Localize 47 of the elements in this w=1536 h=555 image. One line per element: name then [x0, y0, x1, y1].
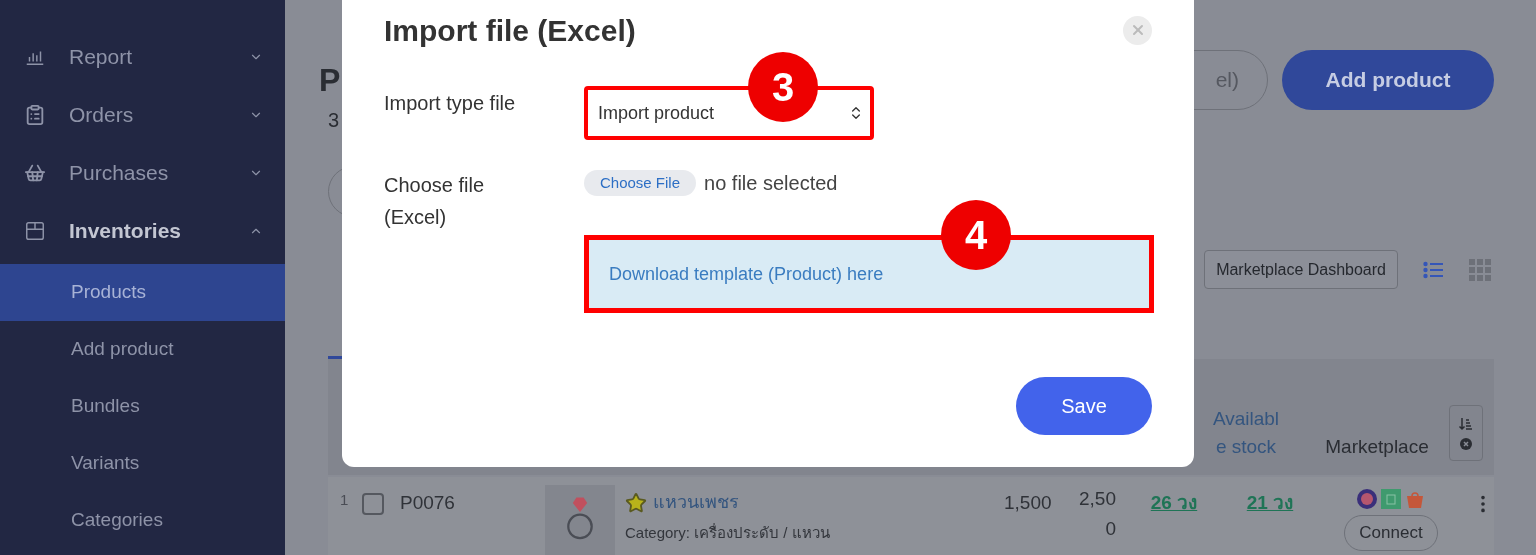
bag-icon [1405, 489, 1425, 509]
shop-logo-icon [1357, 489, 1377, 509]
page-title: P [319, 61, 341, 100]
sort-button[interactable] [1449, 405, 1483, 461]
sidebar-subitem[interactable]: Bundles [0, 378, 285, 435]
sidebar-subitem[interactable]: Variants [0, 435, 285, 492]
field-label: Choose file (Excel) [384, 173, 486, 230]
dialog-title: Import file (Excel) [384, 12, 636, 49]
clear-icon [1460, 438, 1472, 450]
step-marker: 3 [748, 52, 818, 122]
marketplace-dashboard-button[interactable]: Marketplace Dashboard [1204, 250, 1398, 290]
sidebar-item[interactable]: Purchases [0, 144, 285, 202]
sidebar-item[interactable]: Inventories [0, 202, 285, 260]
close-button[interactable] [1123, 15, 1152, 45]
sidebar-label: Report [69, 44, 133, 71]
table-cell-text: 2,500 [1078, 487, 1117, 541]
sidebar-label: Purchases [69, 160, 169, 187]
sidebar-label: Inventories [69, 218, 182, 245]
sidebar-label: Orders [69, 102, 134, 129]
shopping-bag-icon [1381, 489, 1401, 509]
clipboard-icon [24, 104, 46, 126]
row-number: 1 [340, 490, 350, 510]
sidebar-item[interactable]: Orders [0, 86, 285, 144]
sidebar-subitem[interactable]: Categories [0, 492, 285, 549]
add-product-button[interactable]: Add product [1282, 50, 1494, 110]
sidebar-subitem[interactable]: Products [0, 264, 285, 321]
star-icon[interactable] [625, 491, 647, 514]
select-value: Import product [598, 101, 715, 125]
choose-file-button[interactable]: Choose File [584, 170, 697, 196]
product-category: Category: เครื่องประดับ / แหวน [625, 522, 831, 543]
product-code: P0076 [400, 491, 456, 515]
sidebar-item[interactable]: Report [0, 28, 285, 86]
product-count: 3 [328, 110, 340, 130]
basket-icon [24, 162, 46, 184]
step-marker: 4 [941, 200, 1011, 270]
sidebar-subitem[interactable]: Add product [0, 321, 285, 378]
sort-icon [1458, 416, 1474, 432]
file-status: no file selected [704, 171, 838, 196]
field-label: Import type file [384, 91, 517, 116]
box-icon [24, 220, 46, 242]
row-checkbox[interactable] [362, 493, 384, 515]
grid-view-icon[interactable] [1468, 257, 1492, 282]
save-button[interactable]: Save [1016, 377, 1152, 435]
product-name[interactable]: แหวนเพชร [653, 489, 739, 516]
column-header: Marketplace [1324, 435, 1430, 459]
download-template-link[interactable]: Download template (Product) here [609, 260, 884, 288]
price-cell-text: 1,500 [1004, 491, 1053, 515]
